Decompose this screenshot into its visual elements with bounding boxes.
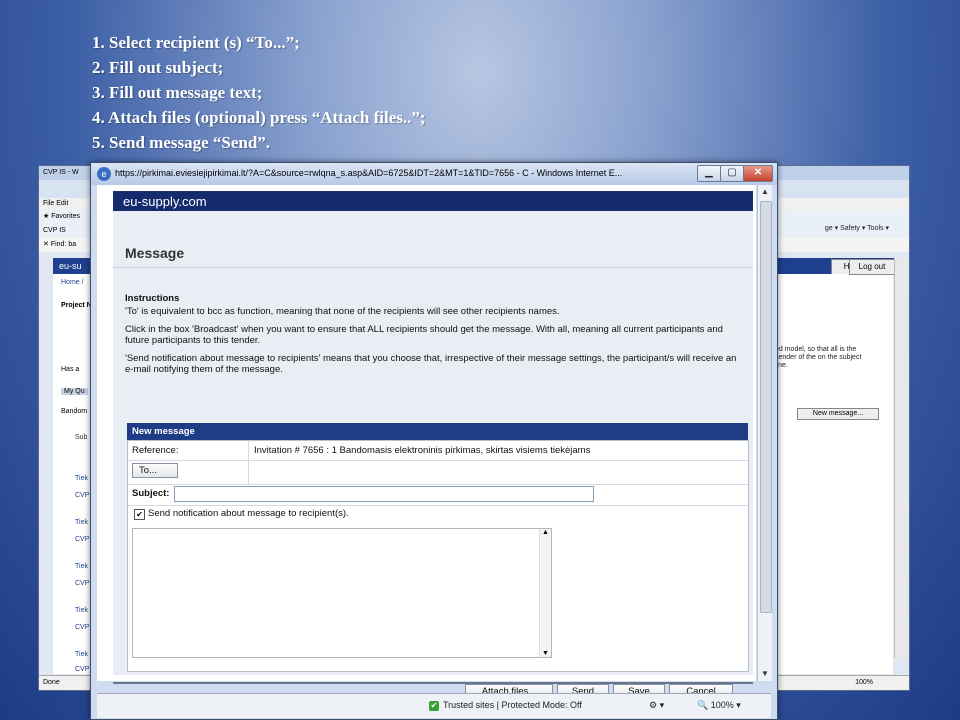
subject-input[interactable] (174, 486, 594, 502)
list-item[interactable]: Tiek (75, 475, 88, 482)
step-3: 3. Fill out message text; (92, 83, 263, 102)
new-message-header: New message (127, 423, 748, 440)
message-area: Message Instructions 'To' is equivalent … (113, 211, 753, 699)
star-icon: ★ (43, 213, 52, 220)
scroll-down-icon[interactable]: ▼ (758, 667, 772, 681)
subject-label: Subject: (132, 488, 170, 499)
subject-row: Subject: (128, 484, 748, 506)
step-2: 2. Fill out subject; (92, 58, 224, 77)
ie-logo-icon: e (97, 167, 111, 181)
to-row: To... (128, 460, 748, 485)
bg-scrollbar[interactable] (894, 258, 907, 658)
bg-tab-myq[interactable]: My Qu (61, 388, 88, 395)
instructions-p2: Click in the box 'Broadcast' when you wa… (125, 324, 723, 346)
scroll-up-icon[interactable]: ▲ (758, 185, 772, 199)
reference-value: Invitation # 7656 : 1 Bandomasis elektro… (254, 445, 591, 456)
message-text-area[interactable]: ▲ ▼ (132, 528, 552, 658)
step-1: 1. Select recipient (s) “To...”; (92, 33, 300, 52)
list-item[interactable]: Tiek (75, 607, 88, 614)
close-window-button[interactable]: ✕ (743, 165, 773, 182)
maximize-button[interactable]: ▢ (720, 165, 744, 182)
page-title: Message (125, 245, 185, 261)
list-item[interactable]: Tiek (75, 519, 88, 526)
close-icon[interactable]: ✕ (43, 241, 51, 248)
popup-content: eu-supply.com Message Instructions 'To' … (97, 185, 756, 699)
zoom-level[interactable]: 🔍 100% ▾ (697, 700, 741, 711)
popup-title: https://pirkimai.eviesiejipirkimai.lt/?A… (115, 168, 623, 178)
bg-tab-bando[interactable]: Bandom (61, 408, 87, 415)
notify-label: Send notification about message to recip… (148, 508, 349, 519)
instructions-block: Instructions 'To' is equivalent to bcc a… (125, 293, 745, 382)
brand-logo: eu-supply.com (123, 194, 207, 209)
bg-logout-button[interactable]: Log out (849, 259, 895, 275)
instruction-steps: 1. Select recipient (s) “To...”; 2. Fill… (92, 30, 426, 155)
checkmark-shield-icon: ✔ (429, 700, 439, 711)
step-5: 5. Send message “Send”. (92, 133, 271, 152)
step-4: 4. Attach files (optional) press “Attach… (92, 108, 426, 127)
textarea-scrollbar[interactable]: ▲ ▼ (539, 529, 551, 657)
message-popup-window: e https://pirkimai.eviesiejipirkimai.lt/… (90, 162, 778, 720)
reference-row: Reference: Invitation # 7656 : 1 Bandoma… (128, 441, 748, 461)
scroll-up-icon: ▲ (542, 529, 549, 536)
to-button[interactable]: To... (132, 463, 178, 478)
bg-has-label: Has a (61, 366, 80, 373)
scroll-down-icon: ▼ (542, 650, 549, 657)
instructions-p1: 'To' is equivalent to bcc as function, m… (125, 306, 560, 317)
instructions-p3: 'Send notification about message to reci… (125, 353, 737, 375)
title-divider (113, 267, 753, 268)
popup-title-bar[interactable]: e https://pirkimai.eviesiejipirkimai.lt/… (91, 163, 777, 185)
bg-new-message-button[interactable]: New message... (797, 408, 879, 420)
protected-mode-icon[interactable]: ⚙ ▾ (649, 700, 664, 711)
notify-row: ✔ Send notification about message to rec… (128, 505, 748, 671)
new-message-form: Reference: Invitation # 7656 : 1 Bandoma… (127, 440, 749, 672)
bg-breadcrumb[interactable]: Home / (61, 279, 84, 286)
security-zone[interactable]: ✔ Trusted sites | Protected Mode: Off (429, 700, 582, 711)
bg-sub-label: Sub (75, 434, 88, 441)
popup-scrollbar[interactable]: ▲ ▼ (757, 185, 772, 681)
bg-right-text: ed model, so that all is the sender of t… (775, 346, 862, 369)
minimize-button[interactable]: ▁ (697, 165, 721, 182)
list-item[interactable]: Tiek (75, 651, 88, 658)
instructions-heading: Instructions (125, 293, 180, 304)
notify-checkbox[interactable]: ✔ (134, 509, 145, 520)
scroll-thumb[interactable] (760, 201, 772, 613)
list-item[interactable]: Tiek (75, 563, 88, 570)
brand-header: eu-supply.com (113, 191, 753, 211)
popup-status-bar: ✔ Trusted sites | Protected Mode: Off ⚙ ▾… (97, 693, 771, 718)
reference-label: Reference: (132, 445, 179, 456)
bg-toolbar-right[interactable]: ge ▾ Safety ▾ Tools ▾ (825, 224, 889, 232)
